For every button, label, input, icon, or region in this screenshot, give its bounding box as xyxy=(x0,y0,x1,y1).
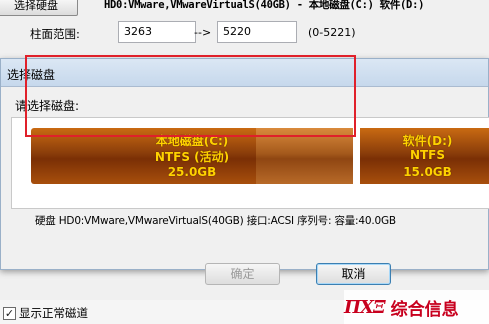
ok-button[interactable]: 确定 xyxy=(205,263,280,285)
disk-details: 硬盘 HD0:VMware,VMwareVirtualS(40GB) 接口:AC… xyxy=(35,215,396,227)
cylinder-end-input[interactable]: 5220 xyxy=(217,21,297,43)
disk-info-text: HD0:VMware,VMwareVirtualS(40GB) - 本地磁盘(C… xyxy=(104,0,425,11)
cylinder-range-label: 柱面范围: xyxy=(30,27,80,41)
cylinder-start-input[interactable]: 3263 xyxy=(118,21,196,43)
partition-c-size: 25.0GB xyxy=(167,165,217,179)
selection-highlight-box xyxy=(25,55,356,137)
show-normal-tracks-option[interactable]: ✓ 显示正常磁道 xyxy=(3,305,88,321)
partition-d-size: 15.0GB xyxy=(403,165,452,179)
partition-d[interactable]: 软件(D:) NTFS 15.0GB xyxy=(360,128,489,184)
partition-d-fs: NTFS xyxy=(409,148,446,162)
partition-c-fs: NTFS (活动) xyxy=(154,150,230,164)
cancel-button[interactable]: 取消 xyxy=(316,263,391,285)
select-disk-button[interactable]: 选择硬盘 xyxy=(0,0,78,16)
show-normal-tracks-checkbox[interactable]: ✓ xyxy=(3,306,16,320)
show-normal-tracks-label: 显示正常磁道 xyxy=(19,306,88,320)
watermark-logo: ΠΧΞ xyxy=(344,296,386,318)
cylinder-arrow: --> xyxy=(194,26,212,39)
cylinder-total-range: (0-5221) xyxy=(308,26,356,39)
site-watermark: ΠΧΞ 综合信息 xyxy=(344,290,489,324)
partition-d-name: 软件(D:) xyxy=(402,134,453,148)
watermark-text: 综合信息 xyxy=(390,299,459,320)
